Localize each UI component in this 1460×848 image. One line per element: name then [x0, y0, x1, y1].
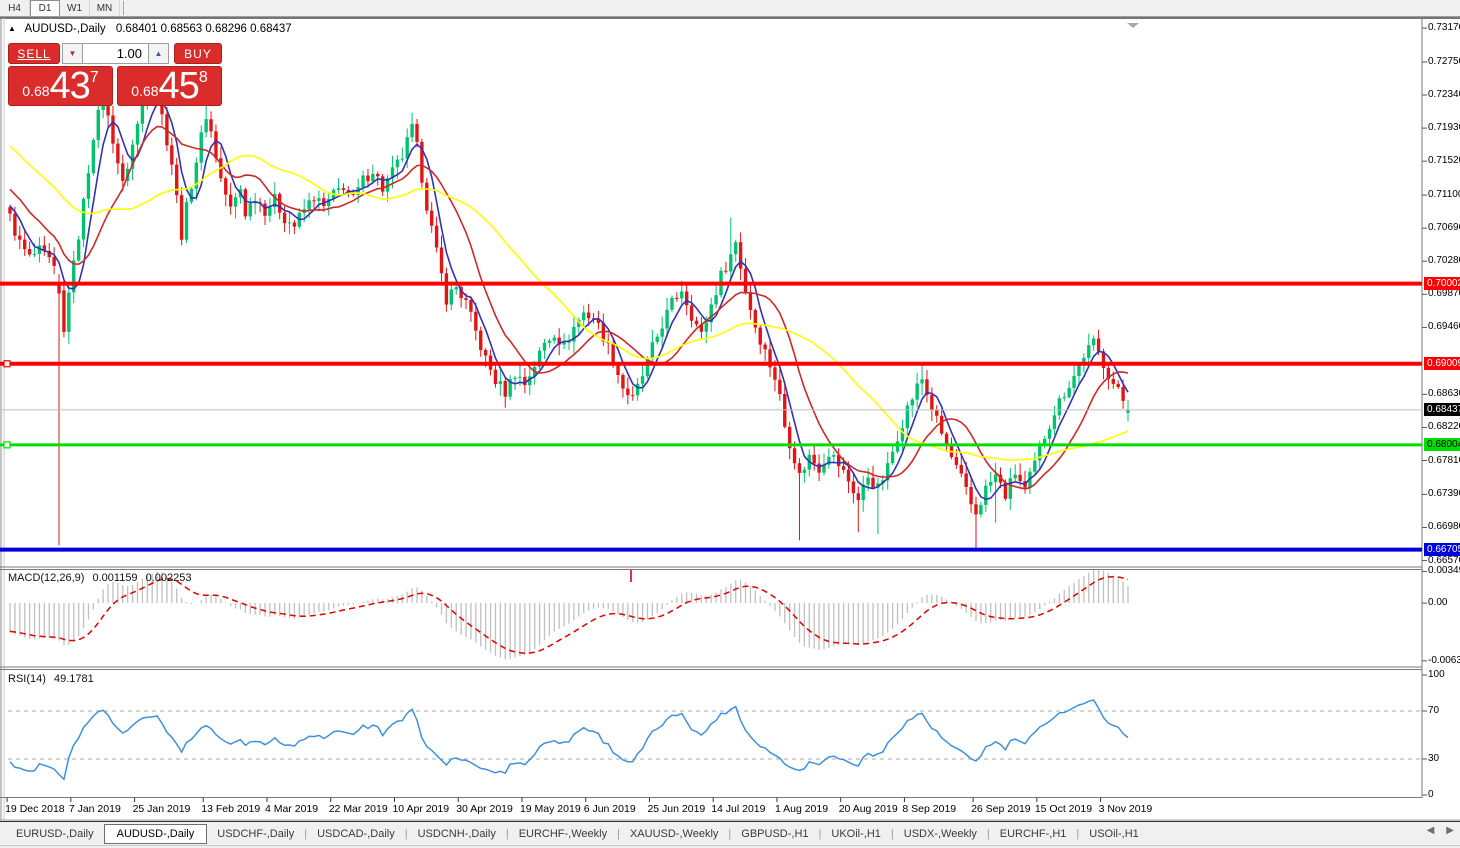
date-axis-label: 6 Jun 2019 [584, 803, 636, 815]
axis-price-label: 70 [1428, 705, 1439, 717]
sell-price-big: 43 [50, 69, 90, 103]
date-axis-label: 30 Apr 2019 [456, 803, 513, 815]
date-axis-label: 25 Jun 2019 [647, 803, 705, 815]
rsi-label: RSI(14) 49.1781 [8, 673, 94, 685]
chart-tab-audusd-daily[interactable]: AUDUSD-,Daily [104, 824, 208, 844]
chart-frame [0, 18, 1460, 820]
chart-ohlc-values: 0.68401 0.68563 0.68296 0.68437 [116, 23, 292, 35]
axis-price-label: 30 [1428, 753, 1439, 765]
axis-level-badge: 0.68437 [1424, 403, 1460, 416]
axis-level-badge: 0.69009 [1424, 357, 1460, 370]
mt4-window: H4D1W1MN ▲ AUDUSD-,Daily 0.68401 0.68563… [0, 0, 1460, 848]
scroll-end-marker-icon[interactable] [1127, 23, 1139, 28]
sell-price-prefix: 0.68 [22, 79, 49, 103]
buy-price-big: 45 [159, 69, 199, 103]
chart-tab-gbpusd-h1[interactable]: GBPUSD-,H1 [731, 825, 818, 843]
date-axis-label: 20 Aug 2019 [839, 803, 898, 815]
chart-title: ▲ AUDUSD-,Daily 0.68401 0.68563 0.68296 … [8, 23, 292, 35]
date-axis-label: 10 Apr 2019 [392, 803, 449, 815]
date-axis-label: 7 Jan 2019 [69, 803, 121, 815]
sell-price-sup: 7 [90, 71, 99, 85]
date-axis-label: 14 Jul 2019 [711, 803, 765, 815]
date-axis-label: 13 Feb 2019 [201, 803, 260, 815]
volume-increase-button[interactable]: ▲ [148, 43, 169, 64]
buy-price-sup: 8 [199, 71, 208, 85]
date-axis-label: 26 Sep 2019 [971, 803, 1031, 815]
axis-price-label: 0.69460 [1428, 321, 1460, 333]
date-axis-label: 3 Nov 2019 [1099, 803, 1153, 815]
date-axis-label: 22 Mar 2019 [329, 803, 388, 815]
one-click-trade-widget: SELL ▼ ▲ BUY 0.68437 0.68458 [6, 42, 224, 106]
trade-prices-row: 0.68437 0.68458 [6, 66, 224, 106]
chart-plot[interactable] [0, 0, 1460, 848]
macd-signal-value: 0.002253 [146, 572, 192, 584]
tab-scroll-right-icon[interactable]: ▶ [1446, 825, 1454, 836]
axis-price-label: 0.70280 [1428, 255, 1460, 267]
axis-price-label: 0.68220 [1428, 421, 1460, 433]
level-line-0.69009[interactable] [0, 361, 1422, 367]
axis-price-label: 0.71930 [1428, 122, 1460, 134]
rsi-indicator[interactable] [8, 700, 1422, 779]
sell-button[interactable]: SELL [8, 43, 60, 64]
axis-price-label: 0.71520 [1428, 155, 1460, 167]
chart-tab-xauusd-weekly[interactable]: XAUUSD-,Weekly [620, 825, 728, 843]
date-axis-label: 1 Aug 2019 [775, 803, 828, 815]
axis-level-badge: 0.68004 [1424, 438, 1460, 451]
trade-controls-row: SELL ▼ ▲ BUY [6, 43, 224, 64]
chart-symbol-label: AUDUSD-,Daily [24, 23, 105, 35]
macd-label: MACD(12,26,9) 0.001159 0.002253 [8, 572, 192, 584]
chart-tab-usdchf-daily[interactable]: USDCHF-,Daily [207, 825, 304, 843]
axis-price-label: 0.70690 [1428, 222, 1460, 234]
collapse-triangle-icon[interactable]: ▲ [8, 24, 16, 33]
axis-price-label: 100 [1428, 669, 1445, 681]
axis-price-label: 0.68630 [1428, 388, 1460, 400]
date-axis-label: 19 May 2019 [520, 803, 581, 815]
candlestick-layer[interactable] [8, 82, 1129, 550]
axis-price-label: 0.67810 [1428, 455, 1460, 467]
sell-price-button[interactable]: 0.68437 [8, 66, 113, 106]
axis-level-badge: 0.70002 [1424, 277, 1460, 290]
level-line-0.68004[interactable] [0, 442, 1422, 448]
axis-price-label: 0.00 [1428, 597, 1447, 609]
chart-tab-usdx-weekly[interactable]: USDX-,Weekly [894, 825, 987, 843]
chart-tab-usoil-h1[interactable]: USOil-,H1 [1079, 825, 1149, 843]
axis-level-badge: 0.66705 [1424, 543, 1460, 556]
chart-tab-bar: EURUSD-,DailyAUDUSD-,DailyUSDCHF-,Daily|… [0, 821, 1460, 845]
axis-price-label: 0.72750 [1428, 56, 1460, 68]
buy-button[interactable]: BUY [174, 43, 222, 64]
axis-price-label: 0.72340 [1428, 89, 1460, 101]
chart-tab-eurchf-weekly[interactable]: EURCHF-,Weekly [509, 825, 617, 843]
axis-price-label: 0.67390 [1428, 488, 1460, 500]
tab-scroll-arrows: ◀ ▶ [1427, 825, 1454, 836]
tab-scroll-left-icon[interactable]: ◀ [1427, 825, 1435, 836]
date-axis-label: 15 Oct 2019 [1035, 803, 1092, 815]
date-axis-label: 19 Dec 2018 [5, 803, 65, 815]
date-axis-label: 25 Jan 2019 [133, 803, 191, 815]
volume-input[interactable] [83, 43, 148, 64]
buy-price-prefix: 0.68 [131, 79, 158, 103]
chart-tab-eurusd-daily[interactable]: EURUSD-,Daily [6, 825, 104, 843]
axis-price-label: 0.66980 [1428, 521, 1460, 533]
rsi-current-value: 49.1781 [54, 673, 94, 685]
axis-price-label: 0.71100 [1428, 189, 1460, 201]
date-axis-label: 4 Mar 2019 [265, 803, 318, 815]
chart-tab-eurchf-h1[interactable]: EURCHF-,H1 [990, 825, 1077, 843]
axis-price-label: 0 [1428, 789, 1434, 801]
buy-price-button[interactable]: 0.68458 [117, 66, 222, 106]
chart-tab-usdcnh-daily[interactable]: USDCNH-,Daily [408, 825, 506, 843]
axis-price-label: 0.00349 [1428, 565, 1460, 577]
date-axis-label: 8 Sep 2019 [902, 803, 956, 815]
chart-tab-ukoil-h1[interactable]: UKOil-,H1 [821, 825, 891, 843]
macd-main-value: 0.001159 [92, 572, 137, 584]
axis-price-label: 0.73170 [1428, 22, 1460, 34]
chart-tab-usdcad-daily[interactable]: USDCAD-,Daily [307, 825, 405, 843]
volume-decrease-button[interactable]: ▼ [62, 43, 83, 64]
ma-fast-line[interactable] [10, 102, 1128, 500]
axis-price-label: -0.00637 [1428, 655, 1460, 667]
